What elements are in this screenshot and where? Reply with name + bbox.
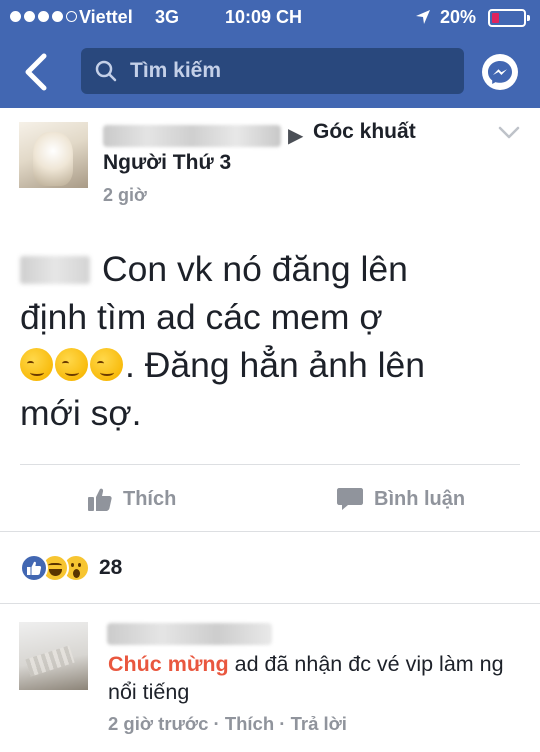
signal-strength-icon (10, 11, 77, 22)
comment-meta: 2 giờ trước · Thích · Trả lời (108, 713, 347, 734)
commenter-avatar[interactable] (19, 622, 88, 690)
triangle-right-icon: ▶ (288, 125, 304, 147)
reactions-summary[interactable]: 28 (20, 554, 122, 582)
post-text-line-1: Con vk nó đăng lên (102, 249, 408, 289)
location-icon (414, 8, 432, 31)
back-icon (25, 53, 47, 91)
divider (0, 531, 540, 532)
comment-highlight: Chúc mừng (108, 652, 229, 676)
thumbs-up-icon (88, 488, 112, 511)
post-text-line-4: mới sợ. (20, 393, 142, 433)
smirking-face-icon (90, 348, 123, 381)
battery-percent: 20% (440, 7, 477, 27)
poster-avatar[interactable] (19, 122, 88, 188)
back-button[interactable] (20, 52, 54, 92)
smirking-face-icon (55, 348, 88, 381)
divider (0, 603, 540, 604)
battery-icon (488, 9, 530, 27)
smirking-face-icon (20, 348, 53, 381)
group-subtitle[interactable]: Người Thứ 3 (103, 151, 231, 175)
like-label: Thích (123, 487, 177, 510)
reaction-count: 28 (99, 556, 123, 579)
group-name[interactable]: Góc khuất (313, 120, 416, 144)
like-button[interactable]: Thích (87, 484, 176, 514)
messenger-icon (488, 61, 512, 84)
comment-like-link[interactable]: Thích (225, 713, 274, 734)
post-time[interactable]: 2 giờ (103, 185, 147, 206)
blurred-commenter-name (107, 623, 272, 645)
like-reaction-icon (20, 554, 48, 582)
comment-reply-link[interactable]: Trả lời (291, 713, 347, 734)
network-type: 3G (155, 7, 180, 27)
carrier-name: Viettel (79, 7, 133, 27)
post-text-line-3: . Đăng hẳn ảnh lên (125, 345, 426, 385)
status-time: 10:09 CH (225, 7, 303, 27)
divider (20, 464, 520, 465)
top-bar: Viettel 3G 10:09 CH 20% Tìm kiếm (0, 0, 540, 108)
search-input[interactable]: Tìm kiếm (81, 48, 464, 94)
blurred-poster-name (103, 125, 281, 147)
messenger-button[interactable] (482, 54, 518, 90)
post-text-line-2: định tìm ad các mem ợ (20, 297, 383, 337)
search-icon (95, 60, 117, 87)
post-text: Con vk nó đăng lên định tìm ad các mem ợ… (20, 245, 520, 437)
comment-time[interactable]: 2 giờ trước (108, 713, 208, 734)
search-placeholder: Tìm kiếm (130, 59, 222, 82)
status-bar: Viettel 3G 10:09 CH 20% (0, 0, 540, 36)
comment-label: Bình luận (374, 487, 466, 510)
comment-text: Chúc mừng ad đã nhận đc vé vip làm ng nổ… (108, 650, 518, 706)
chevron-down-icon[interactable] (498, 126, 520, 145)
comment-button[interactable]: Bình luận (336, 484, 465, 514)
comment-icon (337, 488, 363, 510)
